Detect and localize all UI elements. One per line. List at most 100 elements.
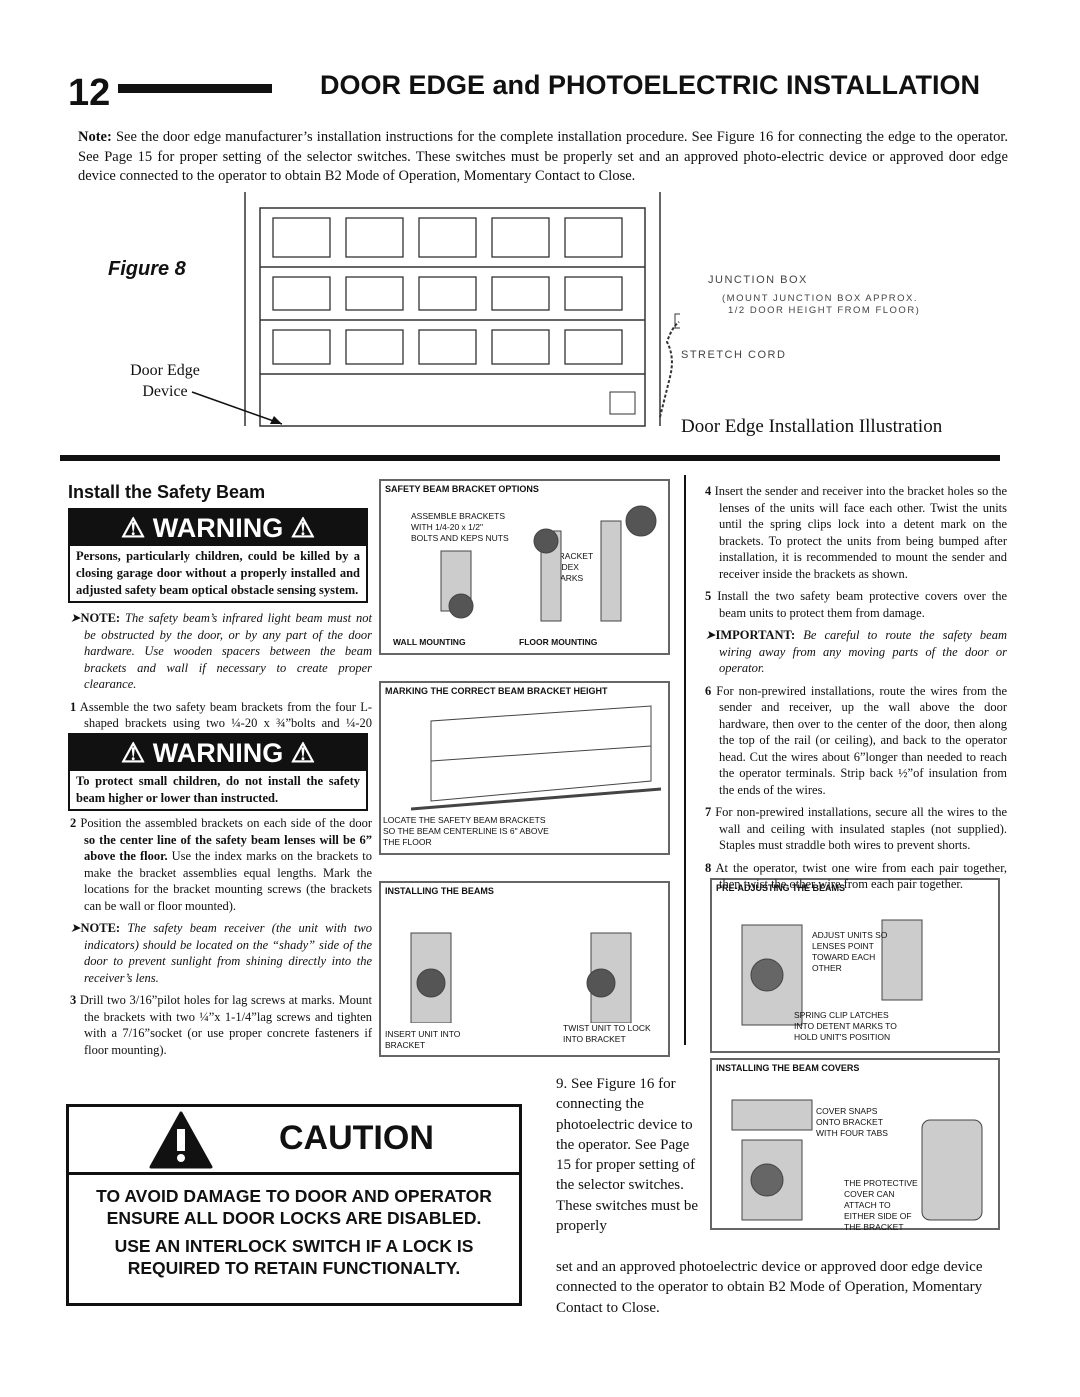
- garage-door-illustration: [244, 192, 680, 427]
- beam-covers-figure: INSTALLING THE BEAM COVERS COVER SNAPS O…: [710, 1058, 1000, 1232]
- figure-label: WALL MOUNTING: [393, 637, 466, 647]
- step-number: 8: [705, 860, 712, 875]
- step-8: 8 At the operator, twist one wire from e…: [705, 860, 1007, 893]
- caution-line-1: TO AVOID DAMAGE TO DOOR AND OPERATOR ENS…: [96, 1186, 492, 1228]
- note-1-text: The safety beam’s infrared light beam mu…: [84, 611, 372, 691]
- figure-label: SPRING CLIP LATCHES INTO DETENT MARKS TO…: [794, 1010, 897, 1042]
- step-2: 2 Position the assembled brackets on eac…: [70, 815, 372, 914]
- door-panel: [272, 217, 331, 258]
- step-5: 5 Install the two safety beam protective…: [705, 588, 1007, 621]
- installing-beams-figure: INSTALLING THE BEAMS INSERT UNIT INTO BR…: [379, 881, 670, 1057]
- intro-note: Note: See the door edge manufacturer’s i…: [78, 128, 1008, 187]
- note-1-label: NOTE:: [80, 611, 121, 625]
- caution-heading: CAUTION: [279, 1119, 434, 1157]
- figure-8-label: Figure 8: [108, 258, 186, 280]
- step-number: 5: [705, 589, 712, 603]
- bracket-options-figure: SAFETY BEAM BRACKET OPTIONS ASSEMBLE BRA…: [379, 479, 670, 655]
- door-panel: [491, 217, 550, 258]
- note-2-text: The safety beam receiver (the unit with …: [84, 921, 372, 985]
- door-panel: [345, 276, 404, 311]
- important-note: ➤IMPORTANT: Be careful to route the safe…: [705, 628, 1007, 675]
- figure-label: ADJUST UNITS SO LENSES POINT TOWARD EACH…: [812, 930, 888, 973]
- caution-line-2: USE AN INTERLOCK SWITCH IF A LOCK IS REQ…: [114, 1236, 474, 1278]
- install-drawing: [410, 932, 632, 1023]
- note-2-label: NOTE:: [80, 921, 121, 935]
- note-text: See the door edge manufacturer’s install…: [78, 129, 1008, 184]
- column-divider: [684, 475, 686, 1045]
- door-panel: [418, 276, 477, 311]
- step-number: 2: [70, 816, 77, 830]
- door-panel: [564, 217, 623, 258]
- figure-label: TWIST UNIT TO LOCK INTO BRACKET: [563, 1023, 651, 1044]
- figure-title: MARKING THE CORRECT BEAM BRACKET HEIGHT: [385, 686, 608, 696]
- right-column-text: 4 Insert the sender and receiver into th…: [705, 483, 1007, 899]
- bracket-drawing: [440, 505, 657, 622]
- door-bracket-drawing: [411, 705, 662, 811]
- caution-triangle-icon: [149, 1111, 213, 1169]
- header-bar: [118, 84, 272, 93]
- door-panel: [418, 329, 477, 365]
- step-3: 3 Drill two 3/16”pilot holes for lag scr…: [70, 992, 372, 1058]
- door-panel: [491, 276, 550, 311]
- junction-note-1: (MOUNT JUNCTION BOX APPROX.: [722, 293, 919, 304]
- important-label: IMPORTANT:: [715, 628, 796, 642]
- step-number: 1: [70, 699, 77, 714]
- door-panel: [564, 276, 623, 311]
- step-text: Install the two safety beam protective c…: [717, 589, 1008, 620]
- bracket-height-figure: MARKING THE CORRECT BEAM BRACKET HEIGHT …: [379, 681, 670, 855]
- figure-title: INSTALLING THE BEAMS: [385, 886, 494, 896]
- step-6: 6 For non-prewired installations, route …: [705, 683, 1007, 799]
- figure-label: FLOOR MOUNTING: [519, 637, 598, 647]
- figure-label: LOCATE THE SAFETY BEAM BRACKETS SO THE B…: [383, 815, 549, 847]
- door-edge-text: Door Edge: [130, 362, 200, 379]
- door-panel: [564, 329, 623, 365]
- left-column-text-2: 2 Position the assembled brackets on eac…: [70, 815, 372, 1064]
- step-number: 3: [70, 993, 77, 1007]
- warning-text: To protect small children, do not instal…: [76, 774, 360, 805]
- junction-note-2: 1/2 DOOR HEIGHT FROM FLOOR): [728, 305, 921, 316]
- note-label: Note:: [78, 129, 112, 145]
- note-2: ➤NOTE: The safety beam receiver (the uni…: [70, 921, 372, 985]
- figure-label: THE PROTECTIVE COVER CAN ATTACH TO EITHE…: [844, 1178, 918, 1232]
- caution-header: CAUTION: [69, 1107, 519, 1175]
- warning-heading: ⚠ WARNING ⚠: [70, 510, 366, 546]
- junction-box-label: JUNCTION BOX: [708, 274, 808, 286]
- step-text: Insert the sender and receiver into the …: [714, 484, 1008, 581]
- warning-heading-text: WARNING: [152, 738, 284, 768]
- page-title: DOOR EDGE and PHOTOELECTRIC INSTALLATION: [320, 70, 981, 100]
- step-text: Position the assembled brackets on each …: [80, 816, 372, 830]
- figure-title: INSTALLING THE BEAM COVERS: [716, 1063, 860, 1073]
- step-text: At the operator, twist one wire from eac…: [715, 860, 1007, 892]
- door-panel: [418, 217, 477, 258]
- caution-box: CAUTION TO AVOID DAMAGE TO DOOR AND OPER…: [66, 1104, 522, 1306]
- step-number: 4: [705, 484, 712, 498]
- step-number: 6: [705, 683, 712, 698]
- warning-heading: ⚠ WARNING ⚠: [70, 735, 366, 771]
- warning-text: Persons, particularly children, could be…: [76, 549, 360, 597]
- stretch-cord-label: STRETCH CORD: [681, 349, 787, 361]
- step-9-continued: set and an approved photoelectric device…: [556, 1259, 983, 1316]
- pointer-arrow: [191, 391, 283, 425]
- warning-box-1: ⚠ WARNING ⚠ Persons, particularly childr…: [68, 508, 368, 603]
- figure-caption: Door Edge Installation Illustration: [681, 416, 943, 437]
- figure-label: INSERT UNIT INTO BRACKET: [385, 1029, 461, 1050]
- door-panel: [272, 276, 331, 311]
- step-9-text: 9. See Figure 16 for connecting the phot…: [556, 1076, 699, 1235]
- step-number: 7: [705, 805, 712, 819]
- warning-box-2: ⚠ WARNING ⚠ To protect small children, d…: [68, 733, 368, 811]
- pre-adjusting-figure: PRE-ADJUSTING THE BEAMS ADJUST UNITS SO …: [710, 878, 1000, 1053]
- door-panel: [272, 329, 331, 365]
- note-1: ➤NOTE: The safety beam’s infrared light …: [70, 611, 372, 691]
- step-text: For non-prewired installations, route th…: [716, 683, 1008, 797]
- section-title: Install the Safety Beam: [68, 482, 266, 502]
- step-text: For non-prewired installations, secure a…: [715, 805, 1008, 852]
- figure-label: COVER SNAPS ONTO BRACKET WITH FOUR TABS: [816, 1106, 888, 1138]
- warning-heading-text: WARNING: [152, 513, 284, 543]
- door-panel: [345, 217, 404, 258]
- step-7: 7 For non-prewired installations, secure…: [705, 804, 1007, 854]
- page-number: 12: [68, 72, 111, 114]
- section-divider: [60, 455, 1000, 461]
- door-panel: [345, 329, 404, 365]
- step-text: Drill two 3/16”pilot holes for lag screw…: [79, 993, 373, 1057]
- door-panel: [491, 329, 550, 365]
